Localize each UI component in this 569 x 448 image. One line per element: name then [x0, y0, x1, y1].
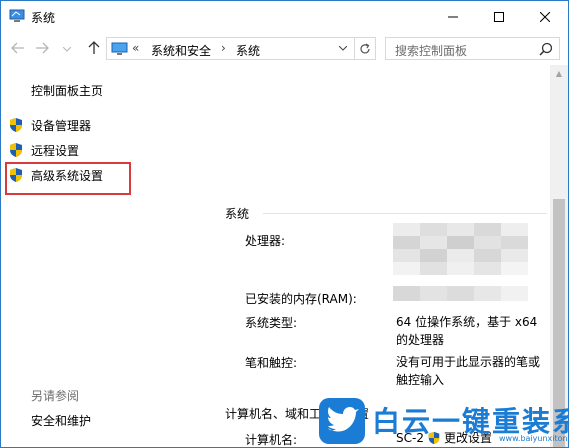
processor-label: 处理器:	[245, 234, 286, 248]
bird-logo-icon	[319, 398, 365, 444]
close-icon	[540, 11, 550, 22]
pen-touch-value: 没有可用于此显示器的笔或 触控输入	[396, 353, 540, 389]
uac-shield-icon	[10, 143, 22, 157]
vertical-scrollbar[interactable]: ▲	[550, 65, 568, 447]
task-label: 远程设置	[31, 143, 80, 158]
pen-touch-label: 笔和触控:	[245, 356, 298, 370]
breadcrumb-overflow[interactable]: «	[132, 41, 139, 55]
task-remote-settings[interactable]: 远程设置	[8, 140, 79, 160]
task-label: 设备管理器	[31, 118, 92, 133]
system-type-label: 系统类型:	[245, 316, 298, 330]
installed-ram-label: 已安装的内存(RAM):	[245, 292, 357, 306]
minimize-icon	[448, 16, 458, 17]
system-app-icon	[9, 9, 25, 23]
recent-locations-chevron-icon[interactable]	[59, 41, 75, 57]
redacted-processor-ram-values	[393, 223, 528, 301]
computer-name-label: 计算机名:	[245, 433, 298, 447]
control-panel-icon	[111, 42, 128, 56]
system-window: 系统 « 系统和安全 › 系统 搜索控制面板 控制面板主页 设备管理器 远程设置…	[0, 0, 569, 448]
maximize-button[interactable]	[476, 1, 522, 32]
back-arrow-icon[interactable]	[10, 40, 26, 56]
highlight-annotation-box	[5, 162, 131, 195]
up-arrow-icon[interactable]	[86, 40, 102, 56]
system-type-line: 的处理器	[396, 333, 445, 347]
refresh-icon	[360, 42, 370, 53]
breadcrumb-separator[interactable]: ›	[221, 41, 226, 55]
title-bar[interactable]: 系统	[1, 1, 568, 32]
address-dropdown-icon[interactable]	[338, 44, 348, 54]
close-button[interactable]	[522, 1, 568, 32]
search-placeholder[interactable]: 搜索控制面板	[395, 42, 467, 59]
uac-shield-icon	[10, 118, 22, 132]
window-title: 系统	[31, 11, 56, 25]
left-task-pane: 控制面板主页 设备管理器 远程设置 高级系统设置 另请参阅 安全和维护	[1, 65, 201, 447]
breadcrumb-system[interactable]: 系统	[236, 42, 260, 59]
minimize-button[interactable]	[430, 1, 476, 32]
security-maintenance-link[interactable]: 安全和维护	[31, 412, 91, 429]
watermark-url: www.baiyunxitong.com	[499, 434, 568, 443]
system-section-title: 系统	[225, 207, 250, 221]
control-panel-home-link[interactable]: 控制面板主页	[31, 82, 103, 99]
pen-touch-line: 触控输入	[396, 373, 445, 387]
system-type-line: 64 位操作系统，基于 x64	[396, 315, 538, 329]
pen-touch-line: 没有可用于此显示器的笔或	[396, 355, 541, 369]
system-type-value: 64 位操作系统，基于 x64 的处理器	[396, 313, 537, 349]
section-divider	[263, 213, 547, 214]
see-also-header: 另请参阅	[31, 389, 80, 403]
forward-arrow-icon[interactable]	[34, 40, 50, 56]
task-device-manager[interactable]: 设备管理器	[8, 115, 91, 135]
breadcrumb-system-security[interactable]: 系统和安全	[151, 42, 211, 59]
watermark-logo: 白云一键重装系统 www.baiyunxitong.com	[319, 398, 568, 447]
maximize-icon	[494, 11, 504, 22]
address-bar[interactable]: « 系统和安全 › 系统	[106, 37, 355, 60]
search-icon[interactable]	[539, 42, 553, 56]
refresh-button[interactable]	[355, 37, 376, 60]
scroll-up-arrow-icon[interactable]: ▲	[550, 65, 568, 82]
search-box[interactable]: 搜索控制面板	[385, 37, 560, 60]
